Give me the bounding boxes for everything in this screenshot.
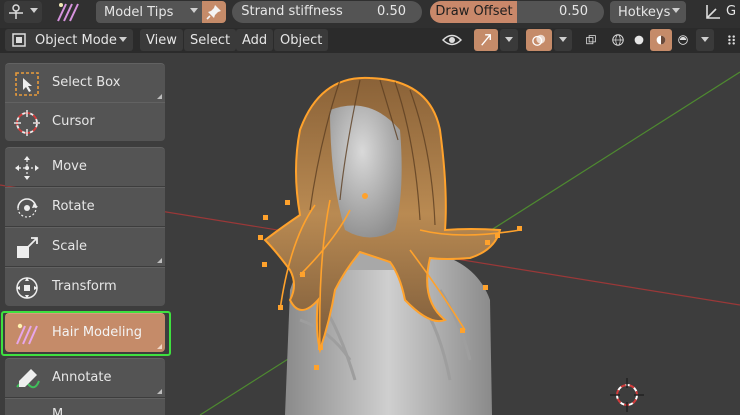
hair-strands-icon — [57, 3, 79, 22]
eye-icon — [442, 34, 462, 46]
wireframe-sphere-icon — [612, 34, 624, 46]
pin-toggle-button[interactable] — [202, 1, 226, 23]
tool-label: Rotate — [52, 199, 95, 214]
shading-solid-button[interactable] — [628, 29, 650, 51]
hair-mode-label: Model Tips — [104, 4, 174, 20]
chevron-down-icon — [190, 8, 198, 13]
hotkeys-label: Hotkeys — [618, 4, 671, 20]
scale-icon — [17, 237, 38, 258]
gizmo-dropdown[interactable] — [500, 29, 518, 51]
cursor-icon — [14, 110, 40, 136]
draw-offset-value: 0.50 — [559, 4, 588, 19]
tool-label: Hair Modeling — [52, 325, 142, 340]
material-sphere-icon — [656, 35, 666, 45]
tool-scale[interactable]: Scale — [5, 227, 165, 266]
chevron-down-icon — [559, 37, 567, 42]
transform-orientation-button[interactable]: G — [700, 1, 740, 23]
object-menu[interactable]: Object — [274, 29, 329, 51]
dots-menu-icon — [728, 35, 735, 45]
editor-type-selector[interactable] — [4, 1, 42, 23]
global-label: G — [726, 4, 737, 19]
overlays-icon — [532, 34, 546, 46]
chevron-down-icon — [672, 8, 680, 13]
overlays-dropdown[interactable] — [554, 29, 572, 51]
move-icon — [15, 156, 39, 180]
solid-sphere-icon — [634, 35, 644, 45]
chevron-down-icon — [701, 37, 709, 42]
tool-cursor[interactable]: Cursor — [5, 102, 165, 141]
overlays-toggle-button[interactable] — [526, 29, 552, 51]
tool-transform[interactable]: Transform — [5, 267, 165, 306]
tool-label: M — [52, 407, 64, 415]
object-mode-dropdown[interactable]: Object Mode — [5, 29, 133, 51]
chevron-down-icon — [119, 37, 127, 42]
select-menu[interactable]: Select — [184, 29, 237, 51]
tool-label: Transform — [52, 279, 117, 294]
tool-measure[interactable]: M — [5, 398, 165, 415]
visibility-dropdown[interactable] — [436, 29, 468, 51]
tool-label: Move — [52, 159, 87, 174]
tool-label: Scale — [52, 239, 87, 254]
hair-tool-icon-slot[interactable] — [46, 1, 90, 23]
add-menu[interactable]: Add — [236, 29, 274, 51]
rotate-icon — [17, 198, 38, 218]
3d-cursor-icon[interactable] — [610, 378, 644, 412]
draw-offset-slider[interactable]: Draw Offset 0.50 — [430, 1, 604, 23]
axis-orientation-icon — [706, 5, 720, 19]
hair-modeling-icon — [16, 323, 38, 345]
hotkeys-dropdown[interactable]: Hotkeys — [610, 1, 686, 23]
xray-icon — [586, 35, 596, 45]
xray-toggle-button[interactable] — [580, 29, 602, 51]
select-box-icon — [15, 72, 39, 96]
chevron-down-icon — [505, 37, 513, 42]
shading-rendered-button[interactable] — [672, 29, 694, 51]
gizmo-icon — [481, 34, 491, 46]
tool-label: Cursor — [52, 114, 95, 129]
pin-icon — [206, 5, 221, 20]
viewport-header: Object Mode View Select Add Object — [0, 28, 740, 53]
shading-dropdown[interactable] — [696, 29, 714, 51]
tool-select-box[interactable]: Select Box — [5, 63, 165, 102]
object-mode-label: Object Mode — [35, 32, 117, 48]
annotate-icon — [16, 369, 40, 389]
strand-stiffness-slider[interactable]: Strand stiffness 0.50 — [232, 1, 422, 23]
measure-icon — [13, 405, 41, 415]
tool-label: Select Box — [52, 75, 121, 90]
tool-hair-modeling[interactable]: Hair Modeling — [5, 313, 165, 352]
tool-rotate[interactable]: Rotate — [5, 187, 165, 226]
gizmo-toggle-button[interactable] — [474, 29, 498, 51]
sidebar-toggle-button[interactable] — [720, 29, 740, 51]
shading-material-button[interactable] — [650, 29, 672, 51]
object-mode-icon — [12, 33, 26, 47]
shading-wireframe-button[interactable] — [606, 29, 630, 51]
transform-icon — [16, 277, 38, 299]
tool-settings-bar: Model Tips Strand stiffness 0.50 Draw Of… — [0, 0, 740, 28]
tool-move[interactable]: Move — [5, 147, 165, 186]
strand-stiffness-label: Strand stiffness — [241, 4, 343, 19]
armature-icon — [9, 4, 23, 19]
rendered-sphere-icon — [678, 35, 688, 45]
tool-label: Annotate — [52, 370, 112, 385]
draw-offset-label: Draw Offset — [435, 4, 513, 19]
strand-stiffness-value: 0.50 — [377, 4, 406, 19]
hair-mode-dropdown[interactable]: Model Tips — [96, 1, 204, 23]
view-menu[interactable]: View — [140, 29, 183, 51]
tool-annotate[interactable]: Annotate — [5, 358, 165, 397]
origin-dot — [362, 193, 368, 199]
